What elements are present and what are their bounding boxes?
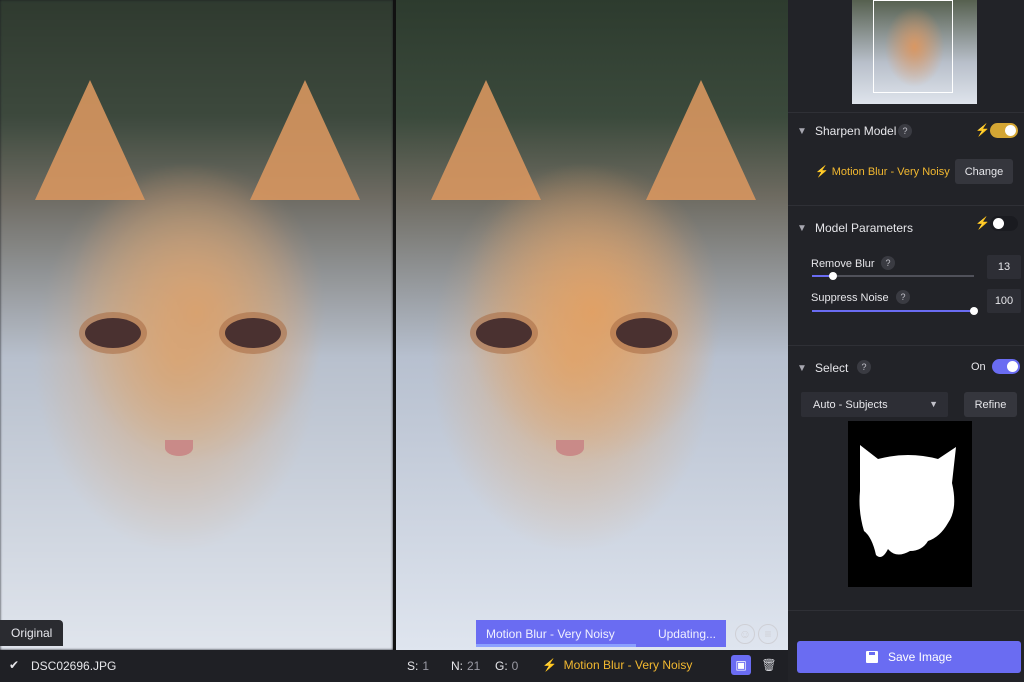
select-title: Select — [815, 361, 849, 375]
select-toggle[interactable] — [992, 359, 1020, 374]
stat-s-value: 1 — [422, 659, 430, 673]
suppress-noise-label: Suppress Noise — [811, 292, 889, 304]
suppress-noise-handle[interactable] — [970, 307, 978, 315]
cat-nose — [556, 440, 584, 456]
change-model-button[interactable]: Change — [955, 159, 1013, 184]
section-divider — [788, 112, 1024, 113]
sharpen-model-name: ⚡ Motion Blur - Very Noisy — [815, 165, 950, 178]
select-state-label: On — [971, 361, 986, 373]
refine-button[interactable]: Refine — [964, 392, 1017, 417]
cat-ear-left — [35, 80, 145, 200]
bottom-model: ⚡ Motion Blur - Very Noisy — [542, 658, 692, 672]
filename: DSC02696.JPG — [31, 659, 117, 673]
cat-eye-left — [85, 318, 141, 348]
cat-nose — [165, 440, 193, 456]
original-view[interactable]: Original — [0, 0, 393, 650]
save-image-button[interactable]: Save Image — [797, 641, 1021, 673]
stat-g-label: G: — [495, 659, 508, 673]
stat-s-label: S: — [407, 659, 419, 673]
toggle-knob — [1005, 125, 1016, 136]
navigator-viewport-rect[interactable] — [873, 0, 953, 93]
model-parameters-toggle[interactable] — [990, 216, 1018, 231]
help-icon[interactable]: ? — [857, 360, 871, 374]
processing-status-bar: Motion Blur - Very Noisy Updating... — [476, 620, 726, 647]
lightning-bolt-icon: ⚡ — [975, 123, 990, 137]
select-mode-dropdown[interactable]: Auto - Subjects ▼ — [801, 392, 948, 417]
lightning-bolt-icon: ⚡ — [542, 658, 557, 672]
suppress-noise-value[interactable]: 100 — [987, 289, 1021, 313]
stat-g-value: 0 — [511, 659, 519, 673]
cat-eye-right — [616, 318, 672, 348]
check-icon[interactable]: ✔ — [9, 658, 19, 672]
help-icon[interactable]: ? — [898, 124, 912, 138]
preview-view[interactable] — [396, 0, 789, 650]
section-divider — [788, 610, 1024, 611]
cat-ear-right — [250, 80, 360, 200]
status-model-name: Motion Blur - Very Noisy — [486, 626, 615, 641]
toggle-knob — [1007, 361, 1018, 372]
toggle-knob — [993, 218, 1004, 229]
stat-g: G: 0 — [495, 659, 518, 673]
stat-n-value: 21 — [467, 659, 481, 673]
remove-blur-label: Remove Blur — [811, 258, 875, 270]
lightning-bolt-icon: ⚡ — [975, 216, 990, 230]
model-parameters-title: Model Parameters — [815, 221, 914, 235]
cat-ear-left — [431, 80, 541, 200]
chevron-down-icon[interactable]: ▼ — [797, 223, 807, 234]
smile-face-icon[interactable]: ☺ — [735, 624, 755, 644]
trash-icon[interactable]: 🗑 — [759, 655, 779, 675]
sharpen-model-title: Sharpen Model — [815, 124, 897, 138]
selection-mask-preview — [848, 421, 972, 587]
remove-blur-handle[interactable] — [829, 272, 838, 280]
stat-s: S: 1 — [407, 659, 429, 673]
stat-n-label: N: — [451, 659, 463, 673]
status-state: Updating... — [657, 626, 716, 641]
section-divider — [788, 205, 1024, 206]
remove-blur-value[interactable]: 13 — [987, 255, 1021, 279]
floppy-disk-icon — [865, 651, 878, 663]
bottom-status-bar: ✔ DSC02696.JPG S: 1 N: 21 G: 0 ⚡ Motion Blu… — [0, 650, 788, 682]
settings-panel: ▼ Sharpen Model ? ⚡ ⚡ Motion Blur - Very… — [788, 0, 1024, 682]
chevron-down-icon: ▼ — [929, 399, 938, 409]
chevron-down-icon[interactable]: ▼ — [797, 363, 807, 374]
sharpen-model-name-text: Motion Blur - Very Noisy — [831, 166, 950, 178]
suppress-noise-fill — [812, 310, 974, 312]
cat-eye-left — [476, 318, 532, 348]
section-divider — [788, 345, 1024, 346]
cat-silhouette-mask — [859, 445, 956, 557]
original-label: Original — [0, 620, 64, 646]
bottom-model-name: Motion Blur - Very Noisy — [563, 658, 693, 672]
cat-eye-right — [225, 318, 281, 348]
compare-view-icon[interactable]: ▣ — [731, 655, 751, 675]
lightning-bolt-icon: ⚡ — [815, 166, 829, 178]
chevron-down-icon[interactable]: ▼ — [797, 126, 807, 137]
help-icon[interactable]: ? — [881, 256, 895, 270]
sharpen-model-toggle[interactable] — [990, 123, 1018, 138]
stat-n: N: 21 — [451, 659, 480, 673]
save-image-label: Save Image — [887, 650, 953, 664]
navigator-thumbnail[interactable] — [852, 0, 977, 104]
cat-ear-right — [646, 80, 756, 200]
neutral-face-icon[interactable]: ≡ — [758, 624, 778, 644]
select-mode-value: Auto - Subjects — [813, 398, 888, 411]
help-icon[interactable]: ? — [896, 290, 910, 304]
status-progress-bar — [476, 644, 636, 647]
